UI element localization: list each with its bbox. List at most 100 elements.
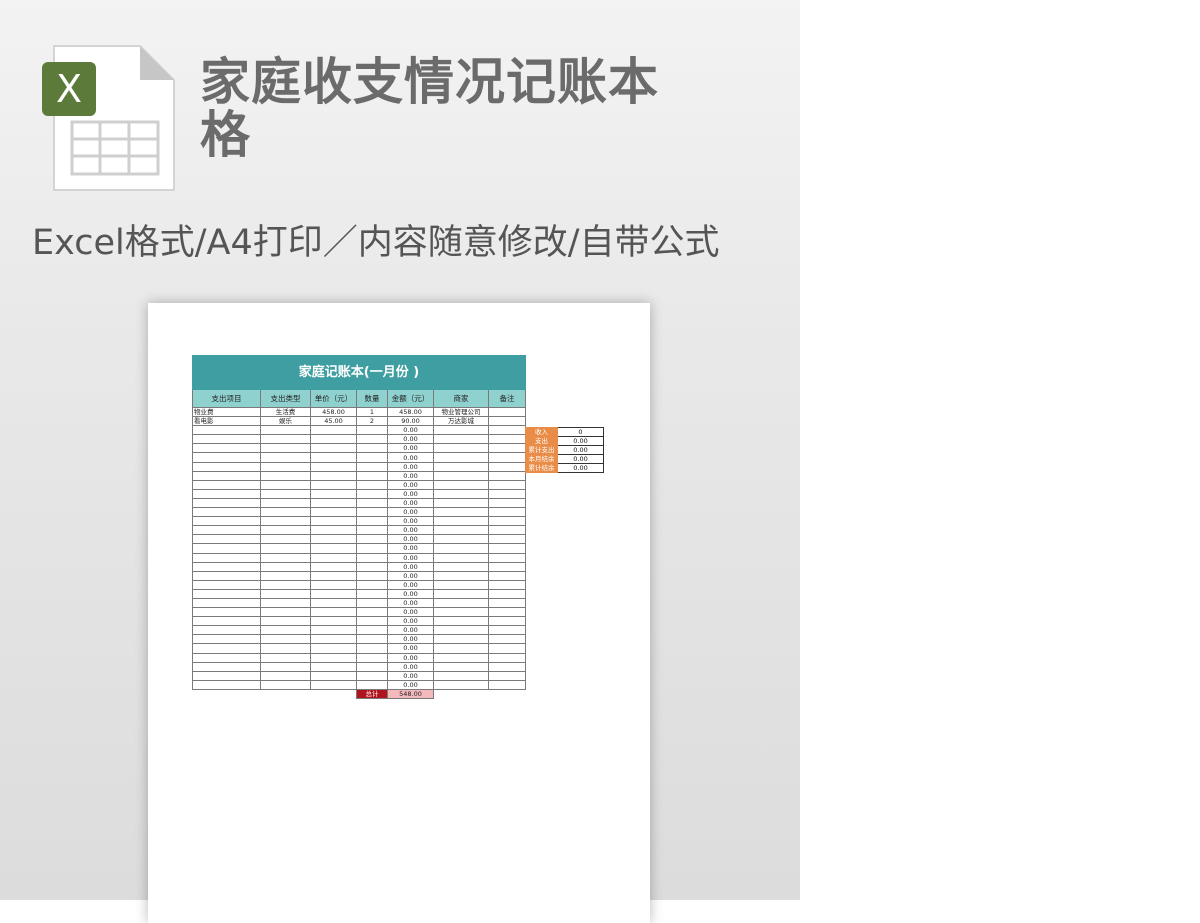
table-cell[interactable] [192,497,261,509]
table-cell[interactable] [356,488,388,499]
table-cell[interactable]: 0.00 [387,507,434,518]
table-cell[interactable] [356,661,388,672]
table-cell[interactable]: 0.00 [387,497,434,509]
table-cell[interactable] [356,507,388,518]
table-cell[interactable] [260,579,311,590]
table-cell[interactable] [356,470,388,481]
table-cell[interactable] [260,452,311,463]
summary-value[interactable]: 0.00 [557,454,604,465]
table-cell[interactable] [356,679,388,690]
table-cell[interactable] [310,552,357,563]
table-cell[interactable] [488,470,526,481]
table-cell[interactable] [260,625,311,636]
table-cell[interactable] [433,434,489,445]
table-cell[interactable] [260,561,311,572]
table-cell[interactable] [433,525,489,536]
table-cell[interactable] [488,543,526,554]
table-cell[interactable] [356,643,388,654]
table-cell[interactable] [260,607,311,618]
table-cell[interactable] [356,579,388,590]
table-cell[interactable] [356,425,388,436]
table-cell[interactable] [356,525,388,536]
table-cell[interactable]: 0.00 [387,670,434,681]
table-cell[interactable] [192,479,261,490]
table-cell[interactable] [488,461,526,472]
table-cell[interactable] [433,497,489,509]
table-cell[interactable]: 0.00 [387,534,434,545]
table-cell[interactable] [310,534,357,545]
table-cell[interactable]: 0.00 [387,434,434,445]
table-cell[interactable] [260,543,311,554]
table-cell[interactable] [433,443,489,454]
table-cell[interactable] [356,452,388,463]
table-cell[interactable]: 0.00 [387,607,434,618]
table-cell[interactable] [488,406,526,418]
table-cell[interactable] [356,652,388,663]
table-cell[interactable] [488,570,526,581]
table-cell[interactable] [310,616,357,627]
table-cell[interactable] [192,443,261,454]
table-cell[interactable] [433,425,489,436]
table-cell[interactable] [310,525,357,536]
table-cell[interactable] [260,634,311,645]
table-cell[interactable] [192,570,261,581]
table-cell[interactable] [260,516,311,527]
table-cell[interactable] [433,470,489,481]
table-cell[interactable] [192,434,261,445]
table-cell[interactable]: 0.00 [387,616,434,627]
table-cell[interactable] [433,597,489,609]
table-cell[interactable] [260,443,311,454]
table-cell[interactable] [433,507,489,518]
table-cell[interactable] [192,616,261,627]
table-cell[interactable]: 0.00 [387,552,434,563]
table-cell[interactable]: 0.00 [387,679,434,690]
table-cell[interactable] [488,507,526,518]
table-cell[interactable] [433,625,489,636]
table-cell[interactable]: 1 [356,406,388,418]
table-cell[interactable] [192,516,261,527]
table-cell[interactable] [310,570,357,581]
table-cell[interactable]: 0.00 [387,652,434,663]
table-cell[interactable] [192,543,261,554]
table-cell[interactable] [310,652,357,663]
table-cell[interactable] [356,543,388,554]
table-cell[interactable]: 0.00 [387,470,434,481]
table-cell[interactable] [433,579,489,590]
table-cell[interactable] [356,607,388,618]
table-cell[interactable] [356,634,388,645]
table-cell[interactable] [488,488,526,499]
table-cell[interactable] [192,652,261,663]
table-cell[interactable]: 0.00 [387,570,434,581]
table-cell[interactable] [260,661,311,672]
table-cell[interactable] [488,443,526,454]
table-cell[interactable] [192,588,261,599]
table-cell[interactable]: 90.00 [387,416,434,427]
table-cell[interactable] [192,661,261,672]
table-cell[interactable] [260,643,311,654]
summary-value[interactable]: 0.00 [557,463,604,474]
table-cell[interactable] [310,607,357,618]
table-cell[interactable] [356,561,388,572]
table-cell[interactable] [356,479,388,490]
table-cell[interactable]: 0.00 [387,488,434,499]
table-cell[interactable] [433,652,489,663]
table-cell[interactable] [488,679,526,690]
table-cell[interactable] [260,588,311,599]
table-cell[interactable]: 娱乐 [260,416,311,427]
table-cell[interactable] [488,588,526,599]
table-cell[interactable] [310,479,357,490]
table-cell[interactable] [488,416,526,427]
table-cell[interactable] [488,452,526,463]
table-cell[interactable] [192,625,261,636]
table-cell[interactable] [192,461,261,472]
table-cell[interactable] [488,661,526,672]
table-cell[interactable] [192,634,261,645]
table-cell[interactable]: 0.00 [387,588,434,599]
table-cell[interactable] [260,679,311,690]
table-cell[interactable] [310,643,357,654]
table-cell[interactable] [356,597,388,609]
table-cell[interactable] [310,516,357,527]
table-cell[interactable] [488,579,526,590]
table-cell[interactable]: 看电影 [192,416,261,427]
table-cell[interactable] [310,507,357,518]
